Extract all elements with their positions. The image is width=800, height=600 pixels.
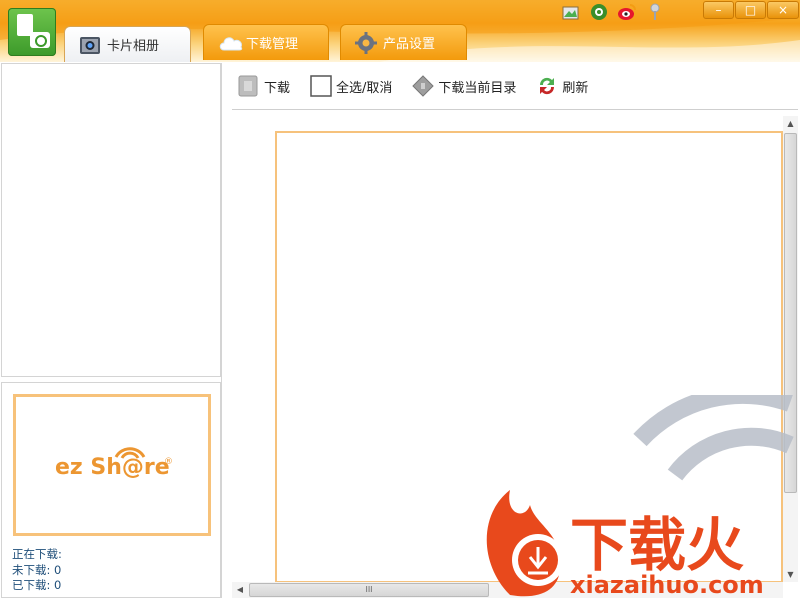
refresh-button[interactable]: 刷新 [536, 75, 588, 97]
brand-logo-frame: ez Sh@re ® [13, 394, 211, 536]
checkbox-icon [310, 75, 332, 97]
select-all-button[interactable]: 全选/取消 [310, 75, 392, 97]
file-view-area[interactable] [275, 131, 783, 583]
close-button[interactable]: × [767, 1, 799, 19]
app-logo-icon [8, 8, 56, 56]
tab-product-settings[interactable]: 产品设置 [340, 24, 467, 60]
window-controls: – □ × [703, 1, 799, 19]
folder-tree-panel[interactable] [1, 63, 221, 377]
scroll-left-arrow-icon[interactable]: ◀ [232, 582, 248, 598]
brand-logo-text: ez Sh@re [55, 455, 170, 480]
device-info-panel: ez Sh@re ® 正在下载: 未下载: 0 已下载: 0 [1, 382, 221, 598]
settings-gear-icon[interactable] [589, 2, 609, 22]
tab-card-album[interactable]: 卡片相册 [64, 26, 191, 62]
vertical-scroll-thumb[interactable] [784, 133, 797, 493]
minimize-button[interactable]: – [703, 1, 734, 19]
tab-label: 下载管理 [246, 37, 299, 52]
vertical-scrollbar[interactable]: ▲ ▼ [783, 116, 798, 582]
panel-divider[interactable] [221, 63, 222, 598]
maximize-button[interactable]: □ [735, 1, 766, 19]
download-button[interactable]: 下载 [238, 75, 290, 97]
top-icon-bar [561, 2, 665, 22]
photo-icon[interactable] [561, 2, 581, 22]
horizontal-scroll-thumb[interactable]: III [249, 583, 489, 597]
horizontal-scrollbar[interactable]: ◀ III [232, 582, 783, 598]
toolbar-separator [232, 109, 798, 110]
folder-download-icon [412, 75, 435, 97]
downloading-label: 正在下载: [12, 547, 62, 561]
not-downloaded-label: 未下载: 0 [12, 562, 62, 577]
camera-icon [79, 34, 101, 56]
download-current-dir-label: 下载当前目录 [438, 80, 517, 96]
tab-label: 卡片相册 [107, 39, 160, 54]
scroll-down-arrow-icon[interactable]: ▼ [783, 567, 798, 582]
download-stats: 正在下载: 未下载: 0 已下载: 0 [12, 547, 62, 594]
tab-label: 产品设置 [383, 37, 436, 52]
download-icon [238, 75, 258, 97]
download-label: 下载 [264, 80, 291, 96]
pin-icon[interactable] [645, 2, 665, 22]
refresh-icon [536, 75, 556, 97]
cloud-icon [218, 32, 243, 54]
registered-mark: ® [164, 457, 173, 467]
refresh-label: 刷新 [562, 80, 589, 96]
downloaded-label: 已下载: 0 [12, 578, 62, 592]
gear-icon [355, 31, 377, 54]
title-bar: 卡片相册 下载管理 产品设置 – □ × [0, 0, 800, 62]
download-current-dir-button[interactable]: 下载当前目录 [412, 75, 516, 97]
scroll-up-arrow-icon[interactable]: ▲ [783, 116, 798, 131]
toolbar: 下载 全选/取消 下载当前目录 刷新 [232, 64, 798, 108]
select-all-label: 全选/取消 [336, 80, 393, 96]
tab-download-manager[interactable]: 下载管理 [203, 24, 329, 60]
weibo-icon[interactable] [617, 2, 637, 22]
